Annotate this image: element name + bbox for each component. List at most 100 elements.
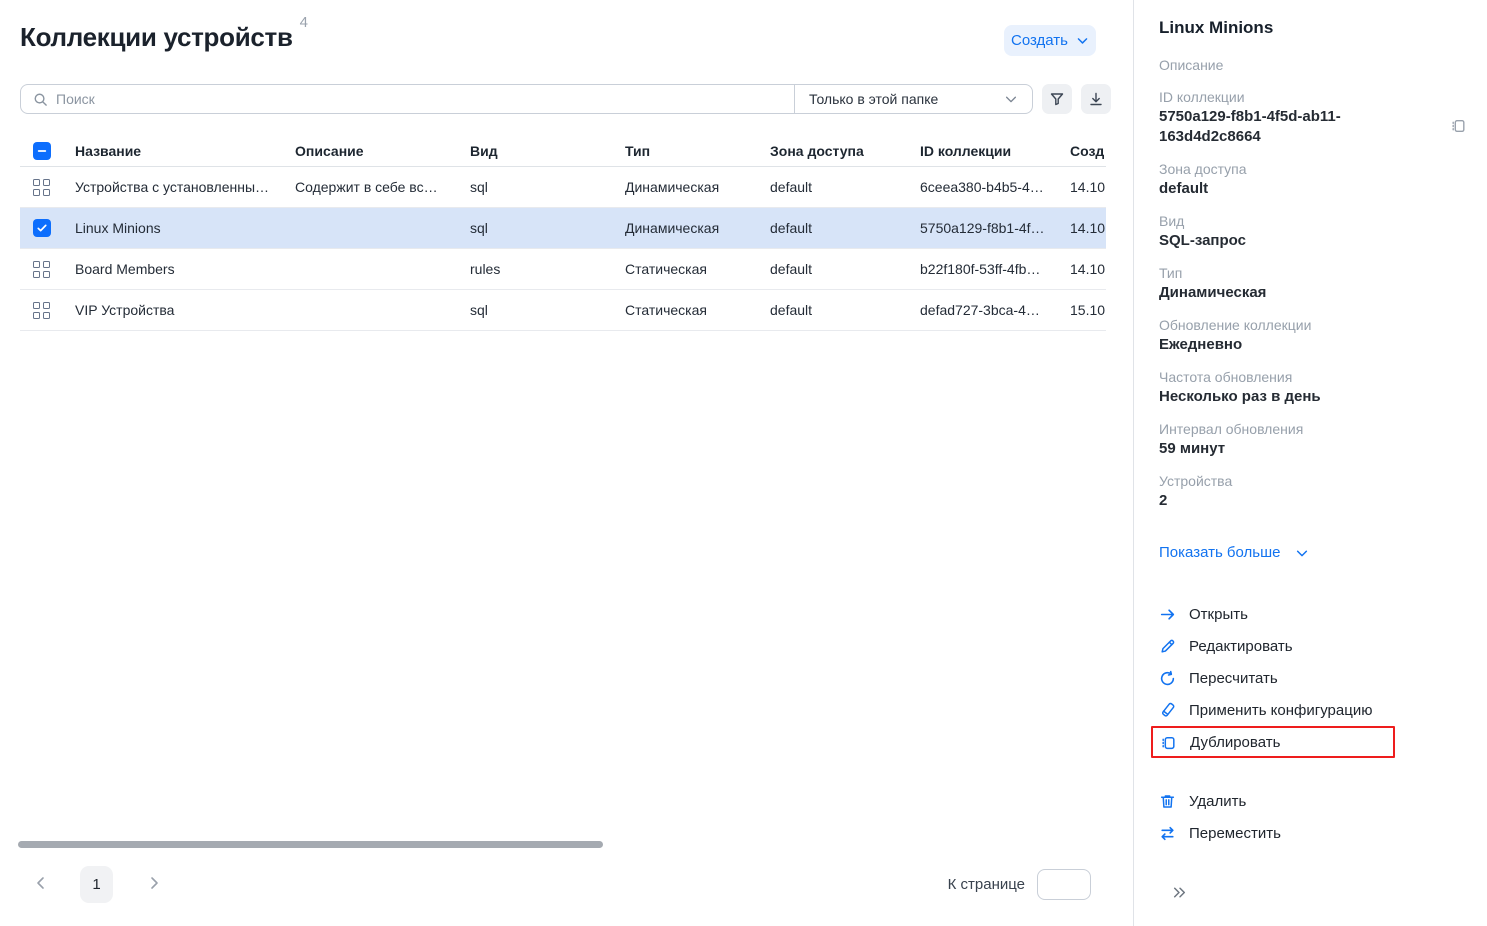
action-label: Открыть — [1189, 606, 1248, 623]
table-row[interactable]: Устройства с установленны… Содержит в се… — [20, 167, 1106, 208]
cell-name: Устройства с установленны… — [75, 179, 295, 195]
goto-page-group: К странице — [948, 869, 1091, 900]
field-label: Зона доступа — [1159, 159, 1463, 179]
copy-icon — [1450, 117, 1467, 134]
cell-created: 14.10 — [1070, 220, 1106, 236]
field-refresh-frequency: Частота обновления Несколько раз в день — [1159, 367, 1463, 407]
filter-button[interactable] — [1042, 84, 1072, 114]
table-header-row: Название Описание Вид Тип Зона доступа I… — [20, 135, 1106, 167]
export-button[interactable] — [1081, 84, 1111, 114]
cell-description: Содержит в себе вс… — [295, 179, 470, 195]
primary-actions: Открыть Редактировать Пересчитать Примен… — [1159, 598, 1463, 758]
goto-page-input[interactable] — [1037, 869, 1091, 900]
show-more-label: Показать больше — [1159, 544, 1280, 561]
action-open[interactable]: Открыть — [1159, 598, 1463, 630]
cell-id: 6ceea380-b4b5-4… — [920, 179, 1070, 195]
column-header-view[interactable]: Вид — [470, 143, 625, 159]
field-label: Тип — [1159, 263, 1463, 283]
select-all-checkbox[interactable] — [33, 142, 51, 160]
details-panel: Linux Minions Описание ID коллекции 5750… — [1133, 0, 1487, 926]
collections-table: Название Описание Вид Тип Зона доступа I… — [20, 135, 1106, 331]
field-label: Интервал обновления — [1159, 419, 1463, 439]
cell-type: Статическая — [625, 261, 770, 277]
chevron-down-icon — [1076, 34, 1089, 47]
table-row-selected[interactable]: Linux Minions sql Динамическая default 5… — [20, 208, 1106, 249]
collections-count-badge: 4 — [300, 14, 308, 31]
cell-name: Linux Minions — [75, 220, 295, 236]
page-number-button[interactable]: 1 — [80, 866, 113, 903]
chevron-down-icon — [1004, 92, 1018, 106]
column-header-zone[interactable]: Зона доступа — [770, 143, 920, 159]
cell-view: rules — [470, 261, 625, 277]
field-label: ID коллекции — [1159, 87, 1463, 107]
row-checkbox-checked[interactable] — [33, 219, 51, 237]
action-duplicate[interactable]: Дублировать — [1151, 726, 1395, 758]
action-label: Удалить — [1189, 793, 1246, 810]
main-content: Коллекции устройств4 Создать Только в эт… — [0, 0, 1133, 926]
show-more-button[interactable]: Показать больше — [1159, 544, 1309, 561]
double-chevron-right-icon — [1171, 884, 1188, 901]
table-row[interactable]: Board Members rules Статическая default … — [20, 249, 1106, 290]
column-header-type[interactable]: Тип — [625, 143, 770, 159]
page-title: Коллекции устройств4 — [20, 22, 308, 53]
cell-created: 14.10 — [1070, 261, 1106, 277]
indeterminate-minus-icon — [36, 145, 48, 157]
collection-grid-icon — [33, 179, 50, 196]
toolbar: Только в этой папке — [20, 84, 1111, 114]
action-label: Дублировать — [1190, 734, 1280, 751]
field-label: Частота обновления — [1159, 367, 1463, 387]
action-recalculate[interactable]: Пересчитать — [1159, 662, 1463, 694]
folder-scope-value: Только в этой папке — [809, 91, 938, 107]
cell-type: Динамическая — [625, 220, 770, 236]
cell-id: defad727-3bca-4… — [920, 302, 1070, 318]
field-label: Описание — [1159, 55, 1463, 75]
goto-page-label: К странице — [948, 876, 1025, 893]
table-row[interactable]: VIP Устройства sql Статическая default d… — [20, 290, 1106, 331]
field-value: default — [1159, 179, 1414, 199]
action-move[interactable]: Переместить — [1159, 817, 1463, 849]
column-header-id[interactable]: ID коллекции — [920, 143, 1070, 159]
field-label: Устройства — [1159, 471, 1463, 491]
chevron-down-icon — [1295, 546, 1309, 560]
cell-created: 15.10 — [1070, 302, 1106, 318]
field-value: 2 — [1159, 491, 1414, 511]
field-value: SQL-запрос — [1159, 231, 1414, 251]
collection-grid-icon — [33, 261, 50, 278]
create-button-label: Создать — [1011, 32, 1068, 49]
prev-page-button[interactable] — [33, 875, 49, 891]
field-access-zone: Зона доступа default — [1159, 159, 1463, 199]
field-value: Ежедневно — [1159, 335, 1414, 355]
field-description: Описание — [1159, 55, 1463, 75]
field-label: Обновление коллекции — [1159, 315, 1463, 335]
action-apply-configuration[interactable]: Применить конфигурацию — [1159, 694, 1463, 726]
field-value: 59 минут — [1159, 439, 1414, 459]
column-header-name[interactable]: Название — [75, 143, 295, 159]
duplicate-icon — [1160, 734, 1177, 751]
search-input[interactable] — [56, 91, 782, 107]
folder-scope-select[interactable]: Только в этой папке — [794, 85, 1032, 113]
cell-zone: default — [770, 302, 920, 318]
column-header-description[interactable]: Описание — [295, 143, 470, 159]
create-button[interactable]: Создать — [1004, 25, 1096, 56]
copy-id-button[interactable] — [1450, 117, 1467, 134]
next-page-button[interactable] — [146, 875, 162, 891]
check-icon — [36, 222, 48, 234]
field-view: Вид SQL-запрос — [1159, 211, 1463, 251]
search-combo: Только в этой папке — [20, 84, 1033, 114]
action-delete[interactable]: Удалить — [1159, 785, 1463, 817]
field-value: Несколько раз в день — [1159, 387, 1414, 407]
panel-title: Linux Minions — [1159, 18, 1463, 38]
field-value: Динамическая — [1159, 283, 1414, 303]
cell-type: Динамическая — [625, 179, 770, 195]
horizontal-scrollbar-thumb[interactable] — [18, 841, 603, 848]
field-collection-id: ID коллекции 5750a129-f8b1-4f5d-ab11-163… — [1159, 87, 1463, 147]
cell-view: sql — [470, 179, 625, 195]
field-type: Тип Динамическая — [1159, 263, 1463, 303]
action-edit[interactable]: Редактировать — [1159, 630, 1463, 662]
field-value: 5750a129-f8b1-4f5d-ab11-163d4d2c8664 — [1159, 107, 1414, 147]
collection-grid-icon — [33, 302, 50, 319]
page-title-text: Коллекции устройств — [20, 22, 293, 52]
trash-icon — [1159, 793, 1176, 810]
collapse-panel-button[interactable] — [1171, 884, 1188, 901]
column-header-created[interactable]: Созд — [1070, 143, 1106, 159]
